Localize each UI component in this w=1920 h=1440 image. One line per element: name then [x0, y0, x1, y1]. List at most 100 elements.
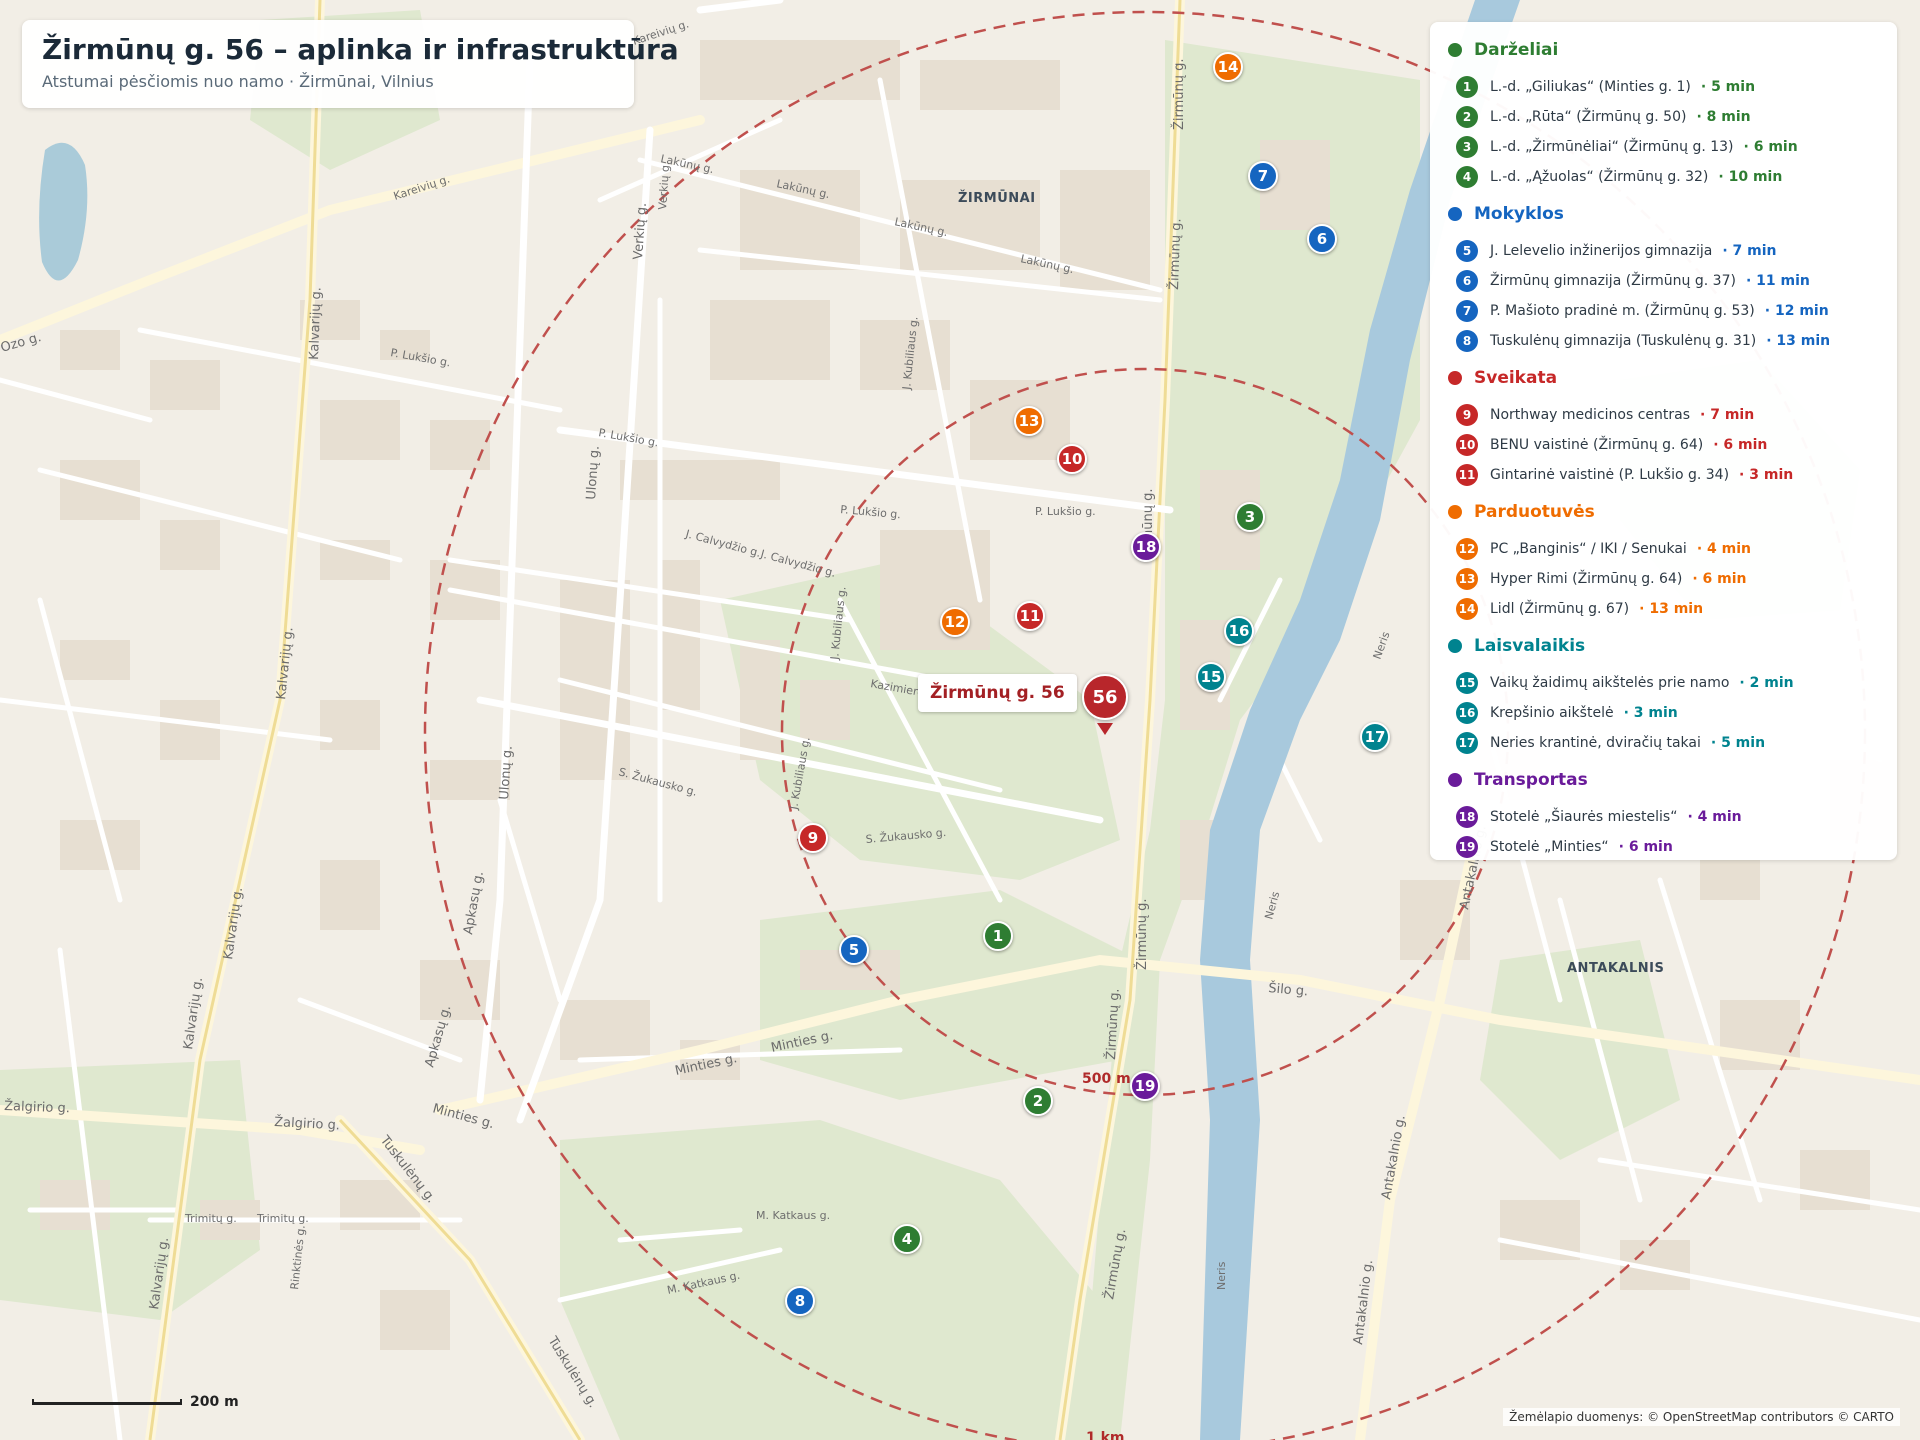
poi-marker-leisure[interactable]: 15 [1196, 662, 1226, 692]
item-walk-time: · 3 min [1623, 705, 1678, 721]
page-subtitle: Atstumai pėsčiomis nuo namo · Žirmūnai, … [42, 72, 434, 91]
legend-item[interactable]: 5 J. Lelevelio inžinerijos gimnazija · 7 m… [1448, 236, 1883, 266]
poi-marker-health[interactable]: 10 [1057, 444, 1087, 474]
legend-item[interactable]: 14 Lidl (Žirmūnų g. 67) · 13 min [1448, 594, 1883, 624]
poi-marker-transport[interactable]: 18 [1131, 532, 1161, 562]
item-name: Stotelė „Minties“ [1490, 839, 1609, 855]
item-name: L.-d. „Giliukas“ (Minties g. 1) [1490, 79, 1691, 95]
poi-marker-leisure[interactable]: 17 [1360, 722, 1390, 752]
item-walk-time: · 6 min [1692, 571, 1747, 587]
category-label: Parduotuvės [1474, 502, 1595, 522]
item-walk-time: · 10 min [1718, 169, 1783, 185]
poi-marker-leisure[interactable]: 16 [1224, 616, 1254, 646]
item-walk-time: · 11 min [1745, 273, 1810, 289]
legend-category-sveikata: Sveikata [1448, 364, 1883, 392]
legend-item[interactable]: 12 PC „Banginis“ / IKI / Senukai · 4 min [1448, 534, 1883, 564]
poi-marker-shop[interactable]: 13 [1014, 406, 1044, 436]
item-number-badge: 4 [1456, 166, 1478, 188]
street-label-trimitu: Trimitų g. [184, 1212, 237, 1225]
legend-item[interactable]: 19 Stotelė „Minties“ · 6 min [1448, 832, 1883, 862]
item-number-badge: 8 [1456, 330, 1478, 352]
item-number-badge: 12 [1456, 538, 1478, 560]
poi-marker-shop[interactable]: 14 [1213, 52, 1243, 82]
item-name: PC „Banginis“ / IKI / Senukai [1490, 541, 1687, 557]
legend-category-darzeliai: Darželiai [1448, 36, 1883, 64]
item-number-badge: 16 [1456, 702, 1478, 724]
item-number-badge: 5 [1456, 240, 1478, 262]
category-label: Laisvalaikis [1474, 636, 1586, 656]
river-label: Neris [1215, 1261, 1228, 1290]
scale-label: 200 m [190, 1394, 239, 1410]
legend-item[interactable]: 1 L.-d. „Giliukas“ (Minties g. 1) · 5 min [1448, 72, 1883, 102]
legend-item[interactable]: 8 Tuskulėnų gimnazija (Tuskulėnų g. 31) · … [1448, 326, 1883, 356]
legend-item[interactable]: 11 Gintarinė vaistinė (P. Lukšio g. 34) · … [1448, 460, 1883, 490]
poi-marker-school[interactable]: 5 [839, 935, 869, 965]
street-label-zirmunu: Žirmūnų g. [1171, 58, 1187, 130]
legend-item[interactable]: 3 L.-d. „Žirmūnėliai“ (Žirmūnų g. 13) · 6 … [1448, 132, 1883, 162]
legend-category-mokyklos: Mokyklos [1448, 200, 1883, 228]
item-name: Gintarinė vaistinė (P. Lukšio g. 34) [1490, 467, 1730, 483]
legend-item[interactable]: 7 P. Mašioto pradinė m. (Žirmūnų g. 53) · … [1448, 296, 1883, 326]
poi-marker-school[interactable]: 6 [1307, 224, 1337, 254]
poi-marker-shop[interactable]: 12 [940, 607, 970, 637]
legend-item[interactable]: 2 L.-d. „Rūta“ (Žirmūnų g. 50) · 8 min [1448, 102, 1883, 132]
poi-marker-kindergarten[interactable]: 4 [892, 1224, 922, 1254]
category-dot-icon [1448, 773, 1462, 787]
item-name: Vaikų žaidimų aikštelės prie namo [1490, 675, 1730, 691]
item-number-badge: 6 [1456, 270, 1478, 292]
legend-item[interactable]: 9 Northway medicinos centras · 7 min [1448, 400, 1883, 430]
item-number-badge: 19 [1456, 836, 1478, 858]
legend-item[interactable]: 15 Vaikų žaidimų aikštelės prie namo · 2 m… [1448, 668, 1883, 698]
home-marker[interactable]: 56 [1082, 674, 1128, 720]
legend-item[interactable]: 6 Žirmūnų gimnazija (Žirmūnų g. 37) · 11 m… [1448, 266, 1883, 296]
item-walk-time: · 4 min [1696, 541, 1751, 557]
item-walk-time: · 2 min [1739, 675, 1794, 691]
poi-marker-school[interactable]: 7 [1248, 161, 1278, 191]
poi-marker-kindergarten[interactable]: 2 [1023, 1086, 1053, 1116]
scale-line [32, 1399, 182, 1405]
legend-item[interactable]: 17 Neries krantinė, dviračių takai · 5 min [1448, 728, 1883, 758]
street-label-luksio: P. Lukšio g. [1035, 505, 1096, 518]
item-number-badge: 10 [1456, 434, 1478, 456]
item-name: BENU vaistinė (Žirmūnų g. 64) [1490, 437, 1704, 453]
item-walk-time: · 6 min [1713, 437, 1768, 453]
item-walk-time: · 5 min [1710, 735, 1766, 751]
poi-marker-transport[interactable]: 19 [1130, 1071, 1160, 1101]
poi-marker-kindergarten[interactable]: 3 [1235, 502, 1265, 532]
item-walk-time: · 8 min [1696, 109, 1751, 125]
poi-marker-health[interactable]: 9 [798, 823, 828, 853]
legend-category-parduotuves: Parduotuvės [1448, 498, 1883, 526]
item-walk-time: · 5 min [1700, 79, 1756, 95]
poi-marker-kindergarten[interactable]: 1 [983, 921, 1013, 951]
legend-panel: Darželiai 1 L.-d. „Giliukas“ (Minties g. … [1430, 22, 1897, 860]
category-label: Sveikata [1474, 368, 1558, 388]
map-attribution[interactable]: Žemėlapio duomenys: © OpenStreetMap cont… [1503, 1408, 1900, 1426]
home-address-label: Žirmūnų g. 56 [918, 674, 1077, 712]
legend-item[interactable]: 10 BENU vaistinė (Žirmūnų g. 64) · 6 min [1448, 430, 1883, 460]
item-number-badge: 18 [1456, 806, 1478, 828]
legend-item[interactable]: 13 Hyper Rimi (Žirmūnų g. 64) · 6 min [1448, 564, 1883, 594]
street-label-mkatkaus: M. Katkaus g. [756, 1209, 830, 1222]
legend-item[interactable]: 18 Stotelė „Šiaurės miestelis“ · 4 min [1448, 802, 1883, 832]
category-dot-icon [1448, 505, 1462, 519]
legend-item[interactable]: 16 Krepšinio aikštelė · 3 min [1448, 698, 1883, 728]
item-number-badge: 2 [1456, 106, 1478, 128]
street-label-zirmunu: Žirmūnų g. [1134, 898, 1150, 970]
item-name: P. Mašioto pradinė m. (Žirmūnų g. 53) [1490, 303, 1755, 319]
item-number-badge: 13 [1456, 568, 1478, 590]
ring-label-1km: 1 km [1086, 1430, 1125, 1440]
poi-marker-school[interactable]: 8 [785, 1286, 815, 1316]
street-label-zirmunu: Žirmūnų g. [1166, 218, 1184, 290]
category-label: Mokyklos [1474, 204, 1564, 224]
item-walk-time: · 6 min [1618, 839, 1673, 855]
item-name: Stotelė „Šiaurės miestelis“ [1490, 809, 1678, 825]
ring-label-500m: 500 m [1082, 1071, 1131, 1087]
poi-marker-health[interactable]: 11 [1015, 601, 1045, 631]
item-name: Lidl (Žirmūnų g. 67) [1490, 601, 1630, 617]
category-dot-icon [1448, 43, 1462, 57]
item-name: L.-d. „Žirmūnėliai“ (Žirmūnų g. 13) [1490, 139, 1734, 155]
map-view[interactable]: Žirmūnų g. Žirmūnų g. Žirmūnų g. Žirmūnų… [0, 0, 1920, 1440]
legend-item[interactable]: 4 L.-d. „Ąžuolas“ (Žirmūnų g. 32) · 10 min [1448, 162, 1883, 192]
item-number-badge: 3 [1456, 136, 1478, 158]
page-title: Žirmūnų g. 56 – aplinka ir infrastruktūr… [42, 33, 679, 66]
